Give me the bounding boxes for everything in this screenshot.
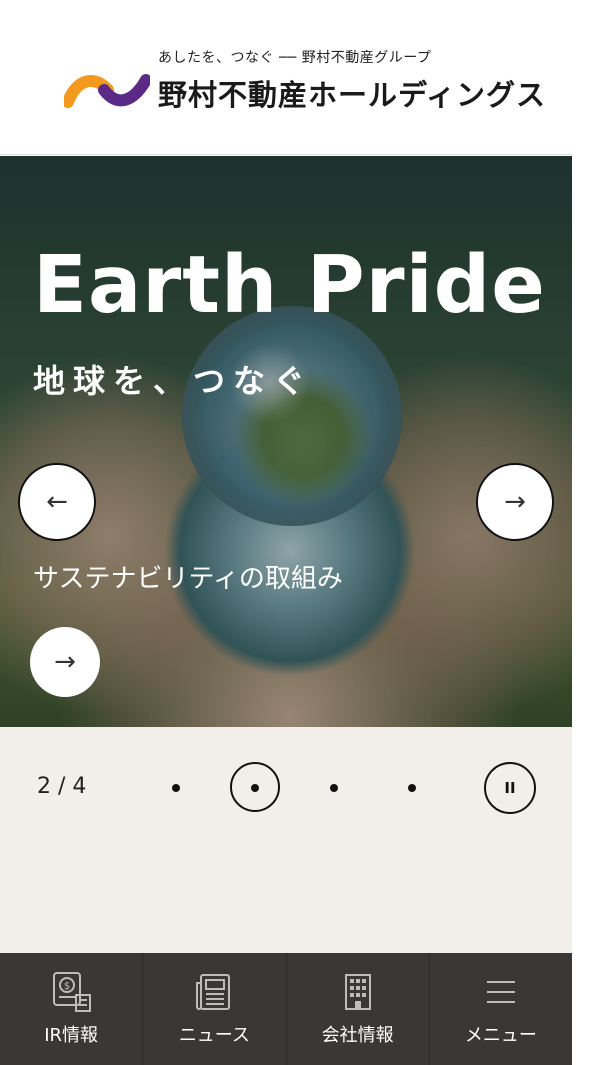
company-name[interactable]: 野村不動産ホールディングス: [158, 72, 546, 114]
nomura-wave-logo-icon[interactable]: [64, 72, 150, 108]
nav-ir[interactable]: $ IR情報: [0, 953, 144, 1065]
nav-menu[interactable]: メニュー: [430, 953, 572, 1065]
svg-text:$: $: [64, 981, 70, 992]
ir-document-icon: $: [53, 972, 92, 1012]
hamburger-menu-icon: [486, 981, 515, 1003]
arrow-right-icon: →: [504, 487, 526, 517]
building-icon: [344, 974, 371, 1010]
nav-ir-label: IR情報: [44, 1025, 99, 1046]
pause-icon: II: [504, 779, 516, 797]
nav-news-label: ニュース: [178, 1025, 250, 1046]
next-slide-button[interactable]: →: [476, 463, 554, 541]
nav-news[interactable]: ニュース: [143, 953, 287, 1065]
sustainability-go-button[interactable]: →: [30, 627, 100, 697]
slide-dot-1[interactable]: [172, 784, 180, 792]
newspaper-icon: [196, 974, 231, 1010]
slide-dot-4[interactable]: [408, 784, 416, 792]
nav-company[interactable]: 会社情報: [287, 953, 430, 1065]
carousel-controls: 2 / 4 II: [0, 727, 572, 953]
pause-button[interactable]: II: [484, 762, 536, 814]
hero-carousel: Earth Pride 地球を、つなぐ ← → サステナビリティの取組み →: [0, 156, 572, 727]
bottom-navigation: $ IR情報 ニュース 会社情報 メニュー: [0, 953, 572, 1065]
arrow-left-icon: ←: [46, 487, 68, 517]
logo-tagline: あしたを、つなぐ ── 野村不動産グループ: [158, 50, 432, 66]
hero-subtitle: 地球を、つなぐ: [33, 362, 314, 400]
slide-counter: 2 / 4: [37, 774, 87, 799]
nav-company-label: 会社情報: [321, 1025, 394, 1046]
hero-title: Earth Pride: [33, 239, 546, 331]
sustainability-link[interactable]: サステナビリティの取組み: [33, 558, 343, 595]
slide-dot-2-center: [251, 784, 259, 792]
nav-menu-label: メニュー: [464, 1025, 537, 1046]
arrow-right-icon: →: [54, 647, 76, 677]
slide-dot-3[interactable]: [330, 784, 338, 792]
site-header: あしたを、つなぐ ── 野村不動産グループ 野村不動産ホールディングス: [0, 0, 572, 155]
previous-slide-button[interactable]: ←: [18, 463, 96, 541]
